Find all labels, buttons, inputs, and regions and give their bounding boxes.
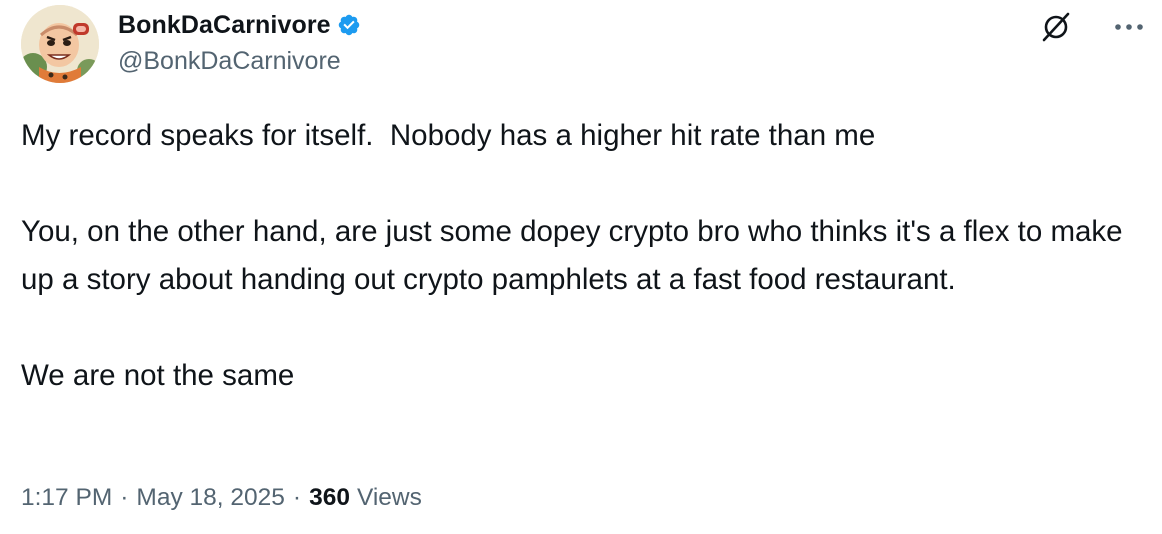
views-count[interactable]: 360 <box>309 484 350 512</box>
tweet-paragraph-1: My record speaks for itself. Nobody has … <box>21 119 876 152</box>
more-icon[interactable] <box>1112 12 1146 42</box>
author-name-row: BonkDaCarnivore <box>118 9 361 41</box>
tweet-paragraph-2: You, on the other hand, are just some do… <box>21 215 1131 296</box>
grok-icon[interactable] <box>1036 7 1076 47</box>
author-display-name[interactable]: BonkDaCarnivore <box>118 11 331 40</box>
avatar[interactable] <box>21 5 99 83</box>
tweet-meta: 1:17 PM · May 18, 2025 · 360 Views <box>21 484 422 512</box>
tweet-time[interactable]: 1:17 PM <box>21 484 112 512</box>
author-handle[interactable]: @BonkDaCarnivore <box>118 47 341 76</box>
meta-separator: · <box>120 484 129 511</box>
views-label[interactable]: Views <box>357 484 422 512</box>
tweet-text: My record speaks for itself. Nobody has … <box>21 112 1151 400</box>
tweet-date[interactable]: May 18, 2025 <box>136 484 284 512</box>
avatar-image <box>21 5 99 83</box>
verified-badge-icon[interactable] <box>337 13 361 37</box>
tweet-paragraph-3: We are not the same <box>21 359 295 392</box>
meta-separator: · <box>292 484 302 511</box>
